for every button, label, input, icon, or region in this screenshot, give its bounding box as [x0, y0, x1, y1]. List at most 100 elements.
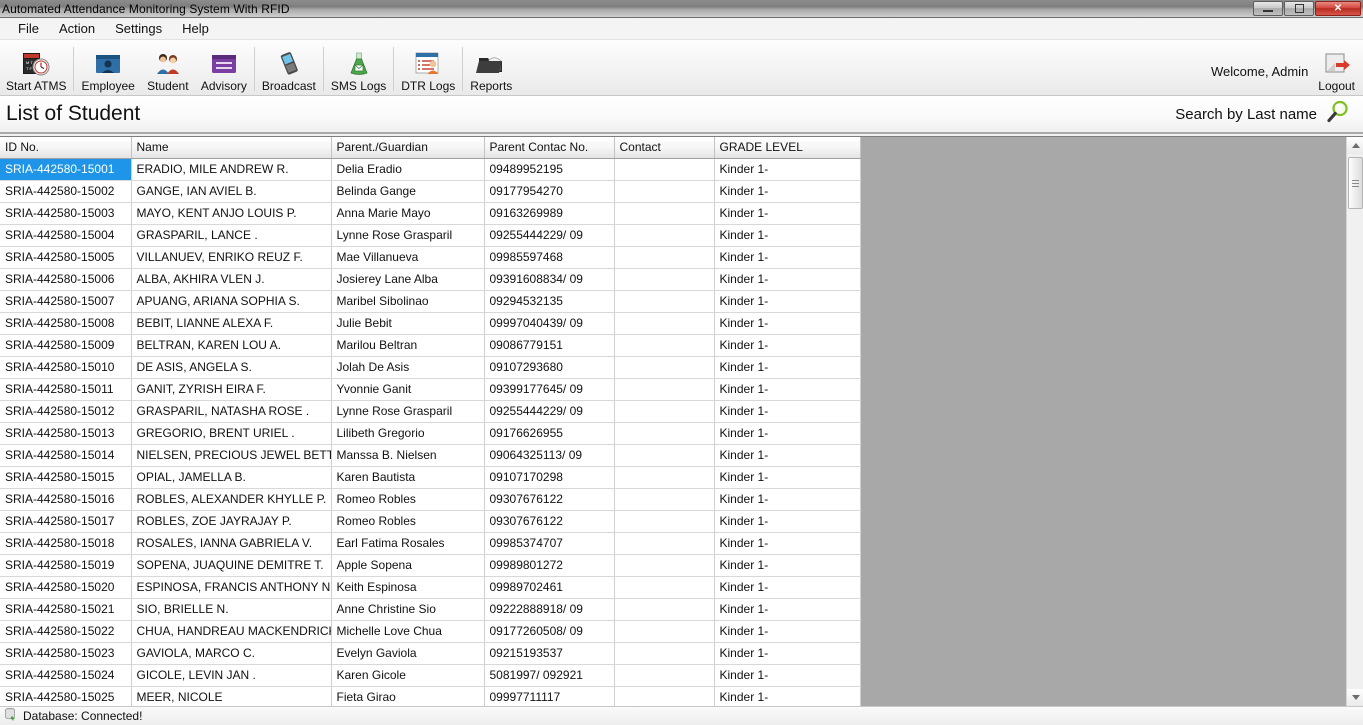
- cell-contact[interactable]: [614, 554, 714, 576]
- cell-parent-guardian[interactable]: Lynne Rose Grasparil: [331, 400, 484, 422]
- menu-item-file[interactable]: File: [8, 19, 49, 38]
- cell-parent-contact-no[interactable]: 09177260508/ 09: [484, 620, 614, 642]
- cell-name[interactable]: SIO, BRIELLE N.: [131, 598, 331, 620]
- cell-grade-level[interactable]: Kinder 1-: [714, 576, 860, 598]
- toolbar-button-reports[interactable]: Reports: [464, 40, 518, 95]
- cell-parent-contact-no[interactable]: 09307676122: [484, 488, 614, 510]
- cell-id-no[interactable]: SRIA-442580-15006: [0, 268, 131, 290]
- cell-id-no[interactable]: SRIA-442580-15014: [0, 444, 131, 466]
- cell-grade-level[interactable]: Kinder 1-: [714, 466, 860, 488]
- cell-grade-level[interactable]: Kinder 1-: [714, 268, 860, 290]
- cell-parent-contact-no[interactable]: 09997711117: [484, 686, 614, 706]
- cell-name[interactable]: APUANG, ARIANA SOPHIA S.: [131, 290, 331, 312]
- cell-parent-contact-no[interactable]: 09989702461: [484, 576, 614, 598]
- cell-id-no[interactable]: SRIA-442580-15008: [0, 312, 131, 334]
- cell-parent-contact-no[interactable]: 09989801272: [484, 554, 614, 576]
- column-header-contact[interactable]: Contact: [614, 137, 714, 158]
- table-row[interactable]: SRIA-442580-15012GRASPARIL, NATASHA ROSE…: [0, 400, 860, 422]
- cell-grade-level[interactable]: Kinder 1-: [714, 642, 860, 664]
- cell-contact[interactable]: [614, 466, 714, 488]
- cell-parent-guardian[interactable]: Lynne Rose Grasparil: [331, 224, 484, 246]
- table-row[interactable]: SRIA-442580-15025MEER, NICOLEFieta Girao…: [0, 686, 860, 706]
- cell-parent-contact-no[interactable]: 09215193537: [484, 642, 614, 664]
- cell-name[interactable]: ESPINOSA, FRANCIS ANTHONY N.: [131, 576, 331, 598]
- table-row[interactable]: SRIA-442580-15023GAVIOLA, MARCO C.Evelyn…: [0, 642, 860, 664]
- cell-contact[interactable]: [614, 334, 714, 356]
- cell-id-no[interactable]: SRIA-442580-15021: [0, 598, 131, 620]
- cell-id-no[interactable]: SRIA-442580-15017: [0, 510, 131, 532]
- cell-contact[interactable]: [614, 246, 714, 268]
- cell-contact[interactable]: [614, 202, 714, 224]
- cell-parent-contact-no[interactable]: 09176626955: [484, 422, 614, 444]
- column-header-id-no[interactable]: ID No.: [0, 137, 131, 158]
- table-row[interactable]: SRIA-442580-15014NIELSEN, PRECIOUS JEWEL…: [0, 444, 860, 466]
- scrollbar-thumb[interactable]: [1348, 157, 1363, 209]
- cell-parent-guardian[interactable]: Romeo Robles: [331, 488, 484, 510]
- cell-id-no[interactable]: SRIA-442580-15013: [0, 422, 131, 444]
- cell-contact[interactable]: [614, 378, 714, 400]
- menu-item-action[interactable]: Action: [49, 19, 105, 38]
- cell-parent-guardian[interactable]: Romeo Robles: [331, 510, 484, 532]
- cell-name[interactable]: MEER, NICOLE: [131, 686, 331, 706]
- cell-parent-guardian[interactable]: Keith Espinosa: [331, 576, 484, 598]
- toolbar-button-advisory[interactable]: Advisory: [195, 40, 253, 95]
- column-header-parent-guardian[interactable]: Parent./Guardian: [331, 137, 484, 158]
- cell-parent-guardian[interactable]: Earl Fatima Rosales: [331, 532, 484, 554]
- cell-parent-contact-no[interactable]: 09107170298: [484, 466, 614, 488]
- table-row[interactable]: SRIA-442580-15024GICOLE, LEVIN JAN .Kare…: [0, 664, 860, 686]
- cell-name[interactable]: BEBIT, LIANNE ALEXA F.: [131, 312, 331, 334]
- table-row[interactable]: SRIA-442580-15003MAYO, KENT ANJO LOUIS P…: [0, 202, 860, 224]
- table-row[interactable]: SRIA-442580-15020ESPINOSA, FRANCIS ANTHO…: [0, 576, 860, 598]
- table-row[interactable]: SRIA-442580-15022CHUA, HANDREAU MACKENDR…: [0, 620, 860, 642]
- cell-name[interactable]: ALBA, AKHIRA VLEN J.: [131, 268, 331, 290]
- restore-button[interactable]: [1284, 1, 1314, 16]
- cell-id-no[interactable]: SRIA-442580-15007: [0, 290, 131, 312]
- cell-grade-level[interactable]: Kinder 1-: [714, 444, 860, 466]
- table-row[interactable]: SRIA-442580-15017ROBLES, ZOE JAYRAJAY P.…: [0, 510, 860, 532]
- cell-parent-guardian[interactable]: Julie Bebit: [331, 312, 484, 334]
- cell-id-no[interactable]: SRIA-442580-15004: [0, 224, 131, 246]
- cell-parent-guardian[interactable]: Mae Villanueva: [331, 246, 484, 268]
- cell-parent-guardian[interactable]: Anna Marie Mayo: [331, 202, 484, 224]
- cell-contact[interactable]: [614, 356, 714, 378]
- cell-name[interactable]: BELTRAN, KAREN LOU A.: [131, 334, 331, 356]
- cell-name[interactable]: DE ASIS, ANGELA S.: [131, 356, 331, 378]
- menu-item-settings[interactable]: Settings: [105, 19, 172, 38]
- cell-name[interactable]: SOPENA, JUAQUINE DEMITRE T.: [131, 554, 331, 576]
- column-header-name[interactable]: Name: [131, 137, 331, 158]
- cell-name[interactable]: GANIT, ZYRISH EIRA F.: [131, 378, 331, 400]
- cell-parent-contact-no[interactable]: 09399177645/ 09: [484, 378, 614, 400]
- cell-name[interactable]: ROSALES, IANNA GABRIELA V.: [131, 532, 331, 554]
- table-row[interactable]: SRIA-442580-15018ROSALES, IANNA GABRIELA…: [0, 532, 860, 554]
- magnifier-icon[interactable]: [1323, 99, 1353, 130]
- cell-name[interactable]: GREGORIO, BRENT URIEL .: [131, 422, 331, 444]
- cell-parent-guardian[interactable]: Manssa B. Nielsen: [331, 444, 484, 466]
- cell-parent-contact-no[interactable]: 09086779151: [484, 334, 614, 356]
- cell-parent-guardian[interactable]: Anne Christine Sio: [331, 598, 484, 620]
- cell-id-no[interactable]: SRIA-442580-15005: [0, 246, 131, 268]
- cell-parent-contact-no[interactable]: 09064325113/ 09: [484, 444, 614, 466]
- cell-name[interactable]: GAVIOLA, MARCO C.: [131, 642, 331, 664]
- cell-contact[interactable]: [614, 686, 714, 706]
- cell-id-no[interactable]: SRIA-442580-15009: [0, 334, 131, 356]
- cell-contact[interactable]: [614, 290, 714, 312]
- cell-grade-level[interactable]: Kinder 1-: [714, 510, 860, 532]
- minimize-button[interactable]: [1253, 1, 1283, 16]
- cell-parent-guardian[interactable]: Yvonnie Ganit: [331, 378, 484, 400]
- cell-id-no[interactable]: SRIA-442580-15002: [0, 180, 131, 202]
- cell-id-no[interactable]: SRIA-442580-15001: [0, 158, 131, 180]
- cell-contact[interactable]: [614, 444, 714, 466]
- window-title-bar[interactable]: Automated Attendance Monitoring System W…: [0, 0, 1363, 18]
- cell-parent-contact-no[interactable]: 09997040439/ 09: [484, 312, 614, 334]
- toolbar-button-employee[interactable]: Employee: [75, 40, 140, 95]
- cell-grade-level[interactable]: Kinder 1-: [714, 246, 860, 268]
- cell-parent-guardian[interactable]: Delia Eradio: [331, 158, 484, 180]
- cell-grade-level[interactable]: Kinder 1-: [714, 554, 860, 576]
- cell-parent-guardian[interactable]: Jolah De Asis: [331, 356, 484, 378]
- cell-parent-guardian[interactable]: Fieta Girao: [331, 686, 484, 706]
- cell-grade-level[interactable]: Kinder 1-: [714, 598, 860, 620]
- cell-id-no[interactable]: SRIA-442580-15016: [0, 488, 131, 510]
- cell-contact[interactable]: [614, 576, 714, 598]
- cell-id-no[interactable]: SRIA-442580-15025: [0, 686, 131, 706]
- table-row[interactable]: SRIA-442580-15016ROBLES, ALEXANDER KHYLL…: [0, 488, 860, 510]
